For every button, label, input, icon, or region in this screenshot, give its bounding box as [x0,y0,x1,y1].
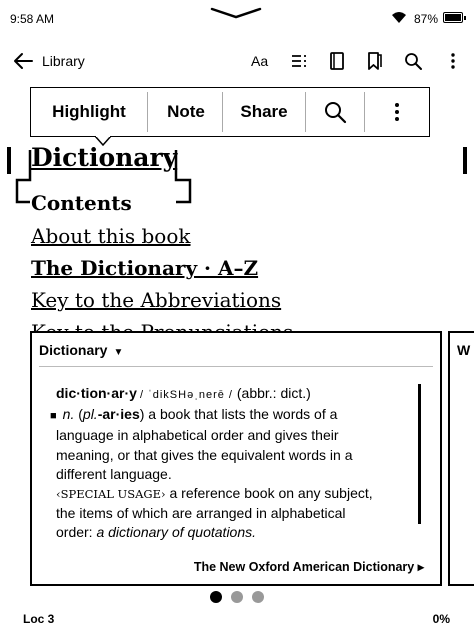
margin-marker-right [463,147,467,174]
margin-marker-left [7,147,11,174]
definition-text: a book that lists the words of a [148,406,338,423]
pager-dot[interactable] [252,591,264,603]
usage-example: a dictionary of quotations. [96,524,257,541]
contents-heading: Contents [31,191,132,215]
selection-popup: Highlight Note Share [30,87,430,137]
definition-line: meaning, or that gives the equivalent wo… [56,446,353,463]
definition-line: different language. [56,465,172,482]
headword: dic·tion·ar·y [56,385,137,401]
selection-handle-end[interactable] [172,148,194,204]
popup-pointer [95,136,111,146]
pronunciation: / ˈdikSHəˌnerē / [139,389,233,401]
more-options-icon[interactable] [443,51,463,71]
clock: 9:58 AM [10,12,55,26]
dictionary-panel: Dictionary ▼ dic·tion·ar·y / ˈdikSHəˌnerē… [30,331,442,586]
more-options-icon [394,102,399,121]
pager-dot[interactable] [231,591,243,603]
progress-indicator: 0% [432,612,450,626]
status-bar: 9:58 AM 87% [0,0,474,38]
notebook-icon[interactable] [327,51,347,71]
search-icon[interactable] [403,51,423,71]
abbreviation: (abbr.: dict.) [236,385,311,401]
plural-form: -ar·ies [97,406,140,423]
part-of-speech: n. [62,406,75,423]
dictionary-source-link[interactable]: The New Oxford American Dictionary ▸ [194,559,424,574]
reader-toolbar: Library Aa [0,44,474,78]
search-icon [325,101,347,123]
caret-down-icon: ▼ [113,347,124,358]
library-link[interactable]: Library [42,53,85,69]
toc-link[interactable]: The Dictionary · A–Z [31,256,258,280]
chevron-down-icon[interactable] [210,6,262,20]
share-button[interactable]: Share [223,88,305,135]
popup-more-button[interactable] [365,88,428,135]
toc-link[interactable]: Key to the Pronunciations [31,320,293,331]
font-settings-button[interactable]: Aa [251,53,268,69]
highlight-button[interactable]: Highlight [31,88,147,135]
definition-line: language in alphabetical order and gives… [56,427,339,444]
wifi-icon [392,12,406,23]
back-arrow-icon[interactable] [12,51,34,71]
usage-label: ‹SPECIAL USAGE› [56,487,166,502]
toc-link[interactable]: Key to the Abbreviations [31,288,281,312]
dictionary-entry: dic·tion·ar·y / ˈdikSHəˌnerē / (abbr.: d… [50,384,411,543]
popup-search-button[interactable] [306,88,364,135]
selected-text[interactable]: Dictionary [31,143,177,172]
next-lookup-panel[interactable]: W [448,331,474,586]
dictionary-scrollbar[interactable] [418,384,421,524]
plural-label: pl. [82,406,98,423]
toc-link[interactable]: About this book [31,224,191,248]
location-indicator: Loc 3 [23,612,55,626]
usage-prefix: order: [56,524,93,541]
battery-percent: 87% [414,12,439,26]
dictionary-title: Dictionary [39,342,108,358]
note-button[interactable]: Note [148,88,224,135]
usage-text: a reference book on any subject, [169,485,373,502]
usage-line: the items of which are arranged in alpha… [56,505,346,522]
table-of-contents-icon[interactable] [289,51,309,71]
sense-bullet-icon: ■ [50,410,57,423]
dictionary-selector[interactable]: Dictionary ▼ [39,342,123,358]
bookmark-icon[interactable] [365,51,385,71]
pager-dot[interactable] [210,591,222,603]
next-panel-label: W [457,342,471,358]
battery-icon [443,12,466,23]
